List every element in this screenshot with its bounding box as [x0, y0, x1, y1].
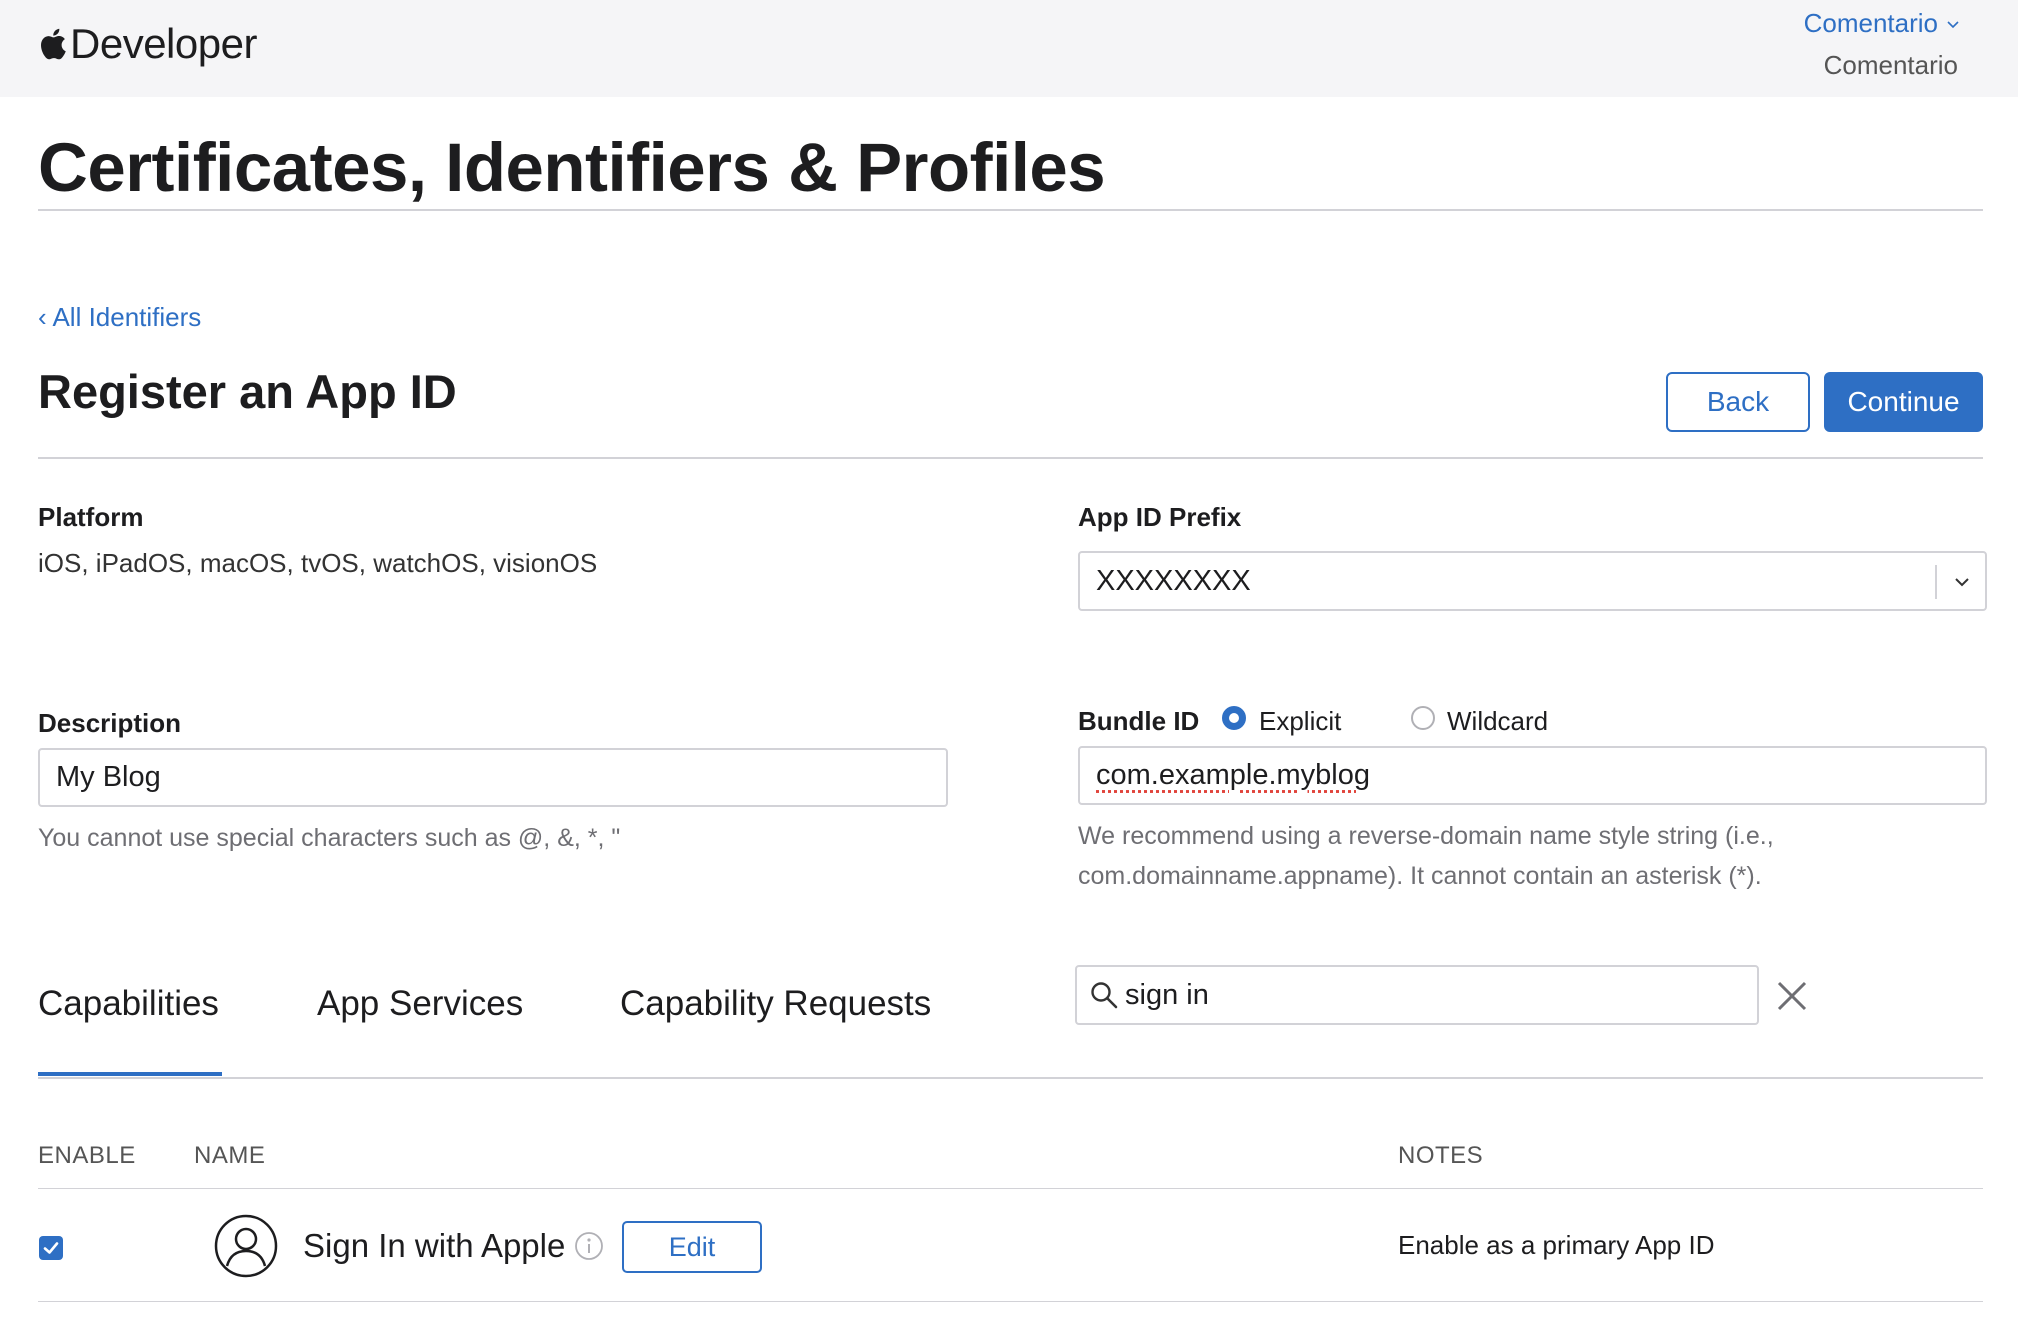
global-header: [0, 0, 2018, 97]
tabs-divider: [38, 1077, 1983, 1079]
bundle-id-field[interactable]: com.example.myblog: [1078, 746, 1987, 805]
notes-column-header: NOTES: [1398, 1142, 1484, 1169]
description-field[interactable]: My Blog: [38, 748, 948, 807]
chevron-down-icon: [1955, 578, 1969, 587]
tab-app-services[interactable]: App Services: [317, 984, 523, 1024]
developer-logo[interactable]: Developer: [40, 14, 257, 74]
back-button[interactable]: Back: [1666, 372, 1810, 432]
explicit-radio-label: Explicit: [1259, 706, 1342, 736]
platform-value: iOS, iPadOS, macOS, tvOS, watchOS, visio…: [38, 548, 598, 578]
select-separator: [1935, 565, 1937, 599]
feedback-link-label: Comentario: [1803, 8, 1938, 38]
platform-label: Platform: [38, 502, 144, 532]
brand-name: Developer: [70, 20, 257, 67]
description-hint: You cannot use special characters such a…: [38, 824, 621, 852]
edit-button[interactable]: Edit: [622, 1221, 762, 1273]
title-divider: [38, 209, 1983, 211]
section-title: Register an App ID: [38, 365, 457, 418]
table-row-divider: [38, 1301, 1983, 1302]
bundle-id-value: com.example.myblog: [1096, 759, 1370, 791]
description-value: My Blog: [56, 761, 161, 793]
active-tab-indicator: [38, 1072, 222, 1076]
capability-search-input[interactable]: sign in: [1075, 965, 1759, 1025]
enable-checkbox[interactable]: [39, 1236, 63, 1260]
table-header-divider: [38, 1188, 1983, 1189]
description-label: Description: [38, 708, 182, 738]
person-circle-icon: [214, 1214, 278, 1278]
chevron-down-icon: [1947, 20, 1959, 28]
close-icon[interactable]: [1776, 980, 1808, 1012]
bundle-id-label: Bundle ID: [1078, 706, 1200, 736]
continue-button[interactable]: Continue: [1824, 372, 1983, 432]
tab-capability-requests[interactable]: Capability Requests: [620, 984, 931, 1024]
section-divider: [38, 457, 1983, 459]
app-id-prefix-select[interactable]: XXXXXXXX: [1078, 551, 1987, 611]
search-icon: [1091, 982, 1118, 1009]
feedback-text: Comentario: [1823, 50, 1958, 80]
app-id-prefix-label: App ID Prefix: [1078, 502, 1242, 532]
page-title: Certificates, Identifiers & Profiles: [38, 129, 1106, 206]
wildcard-radio-label: Wildcard: [1447, 706, 1549, 736]
enable-column-header: ENABLE: [38, 1142, 136, 1169]
feedback-menu-link[interactable]: Comentario: [1804, 8, 1960, 39]
tab-capabilities[interactable]: Capabilities: [38, 984, 219, 1024]
apple-logo-icon: [41, 28, 66, 60]
bundle-id-hint-line-2: com.domainname.appname). It cannot conta…: [1078, 862, 1762, 890]
chevron-left-icon: ‹: [38, 302, 53, 332]
all-identifiers-label: All Identifiers: [52, 302, 202, 332]
search-value: sign in: [1125, 978, 1209, 1011]
explicit-radio[interactable]: [1222, 706, 1246, 730]
capability-notes: Enable as a primary App ID: [1398, 1230, 1715, 1260]
info-icon[interactable]: [574, 1231, 604, 1261]
capability-name: Sign In with Apple: [303, 1227, 566, 1264]
checkmark-icon: [43, 1242, 59, 1254]
all-identifiers-link[interactable]: ‹ All Identifiers: [38, 302, 201, 333]
wildcard-radio[interactable]: [1411, 706, 1435, 730]
app-id-prefix-value: XXXXXXXX: [1096, 564, 1251, 597]
bundle-id-hint-line-1: We recommend using a reverse-domain name…: [1078, 822, 1774, 850]
name-column-header: NAME: [194, 1142, 266, 1169]
